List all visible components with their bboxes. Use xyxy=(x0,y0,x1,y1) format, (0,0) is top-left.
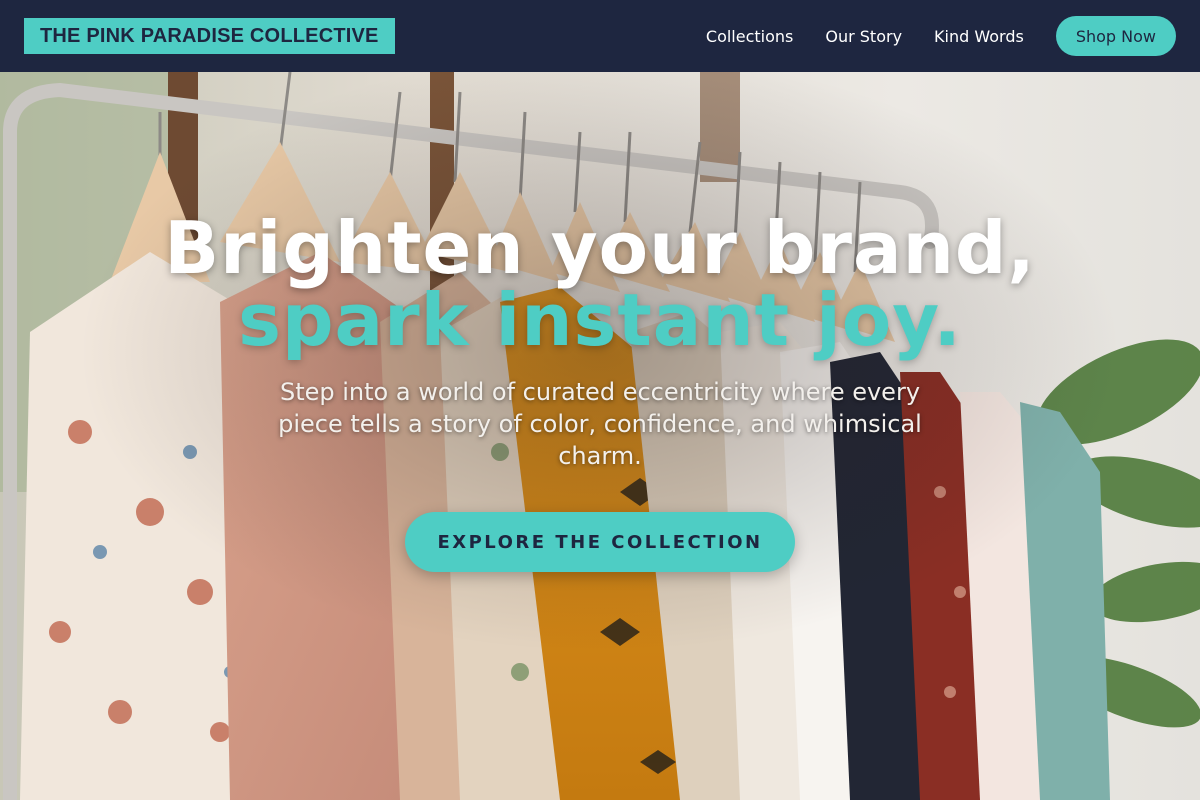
explore-collection-button[interactable]: EXPLORE THE COLLECTION xyxy=(405,512,795,572)
hero-section: Brighten your brand, spark instant joy. … xyxy=(0,72,1200,800)
nav-link-collections[interactable]: Collections xyxy=(706,27,793,46)
hero-subtext: Step into a world of curated eccentricit… xyxy=(278,378,922,470)
brand-logo[interactable]: THE PINK PARADISE COLLECTIVE xyxy=(24,18,395,54)
main-nav: Collections Our Story Kind Words Shop No… xyxy=(706,16,1176,56)
hero-content: Brighten your brand, spark instant joy. … xyxy=(0,212,1200,572)
hero-headline-line1: Brighten your brand, xyxy=(164,206,1036,290)
nav-link-kind-words[interactable]: Kind Words xyxy=(934,27,1024,46)
shop-now-button[interactable]: Shop Now xyxy=(1055,16,1176,56)
hero-headline-line2: spark instant joy. xyxy=(238,278,962,362)
site-header: THE PINK PARADISE COLLECTIVE Collections… xyxy=(0,0,1200,72)
nav-link-our-story[interactable]: Our Story xyxy=(825,27,902,46)
